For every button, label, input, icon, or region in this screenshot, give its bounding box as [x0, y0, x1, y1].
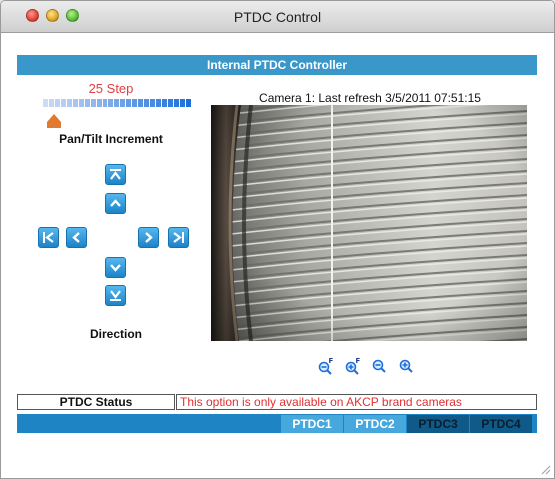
- focus-out-icon: F: [318, 357, 334, 375]
- double-up-arrow-icon: [110, 169, 121, 180]
- increment-slider-thumb-base[interactable]: [47, 122, 61, 128]
- tilt-full-down-button[interactable]: [105, 285, 126, 306]
- step-value-label: 25 Step: [88, 81, 134, 96]
- double-right-arrow-icon: [173, 232, 184, 243]
- tilt-down-button[interactable]: [105, 257, 126, 278]
- zoom-in-button[interactable]: [398, 357, 416, 375]
- pan-full-left-button[interactable]: [38, 227, 59, 248]
- resize-grip-icon[interactable]: [539, 463, 551, 475]
- increment-slider-track[interactable]: [43, 99, 192, 107]
- pan-full-right-button[interactable]: [168, 227, 189, 248]
- camera-caption: Camera 1: Last refresh 3/5/2011 07:51:15: [259, 91, 481, 105]
- tab-ptdc3[interactable]: PTDC3: [407, 415, 469, 433]
- up-arrow-icon: [110, 199, 121, 207]
- increment-slider-thumb[interactable]: [47, 114, 61, 122]
- tab-ptdc4[interactable]: PTDC4: [470, 415, 532, 433]
- double-down-arrow-icon: [110, 290, 121, 301]
- focus-badge: F: [356, 357, 361, 365]
- pan-right-button[interactable]: [138, 227, 159, 248]
- ptdc-status-label: PTDC Status: [17, 394, 175, 410]
- controller-header: Internal PTDC Controller: [17, 55, 537, 75]
- tilt-full-up-button[interactable]: [105, 164, 126, 185]
- increment-segment[interactable]: [185, 99, 192, 107]
- pan-left-button[interactable]: [66, 227, 87, 248]
- down-arrow-icon: [110, 264, 121, 272]
- camera-feed-picture: [211, 105, 527, 341]
- pan-tilt-increment-label: Pan/Tilt Increment: [59, 132, 163, 146]
- tab-ptdc1[interactable]: PTDC1: [281, 415, 343, 433]
- left-arrow-icon: [72, 232, 80, 243]
- direction-label: Direction: [89, 327, 142, 341]
- focus-badge: F: [329, 357, 334, 365]
- zoom-in-icon: [399, 359, 413, 373]
- zoom-out-icon: [372, 359, 386, 373]
- title-bar: PTDC Control: [1, 1, 554, 33]
- camera-feed-image: [211, 105, 527, 341]
- window-title: PTDC Control: [233, 9, 322, 25]
- focus-in-icon: F: [345, 357, 361, 375]
- right-arrow-icon: [145, 232, 153, 243]
- ptdc-control-window: PTDC Control Internal PTDC Controller 25…: [0, 0, 555, 479]
- zoom-focus-controls: F F: [317, 357, 416, 375]
- tilt-up-button[interactable]: [105, 193, 126, 214]
- ptdc-status-message: This option is only available on AKCP br…: [176, 394, 537, 410]
- focus-in-button[interactable]: F: [344, 357, 362, 375]
- tab-ptdc2[interactable]: PTDC2: [344, 415, 406, 433]
- double-left-arrow-icon: [43, 232, 54, 243]
- focus-out-button[interactable]: F: [317, 357, 335, 375]
- zoom-out-button[interactable]: [371, 357, 389, 375]
